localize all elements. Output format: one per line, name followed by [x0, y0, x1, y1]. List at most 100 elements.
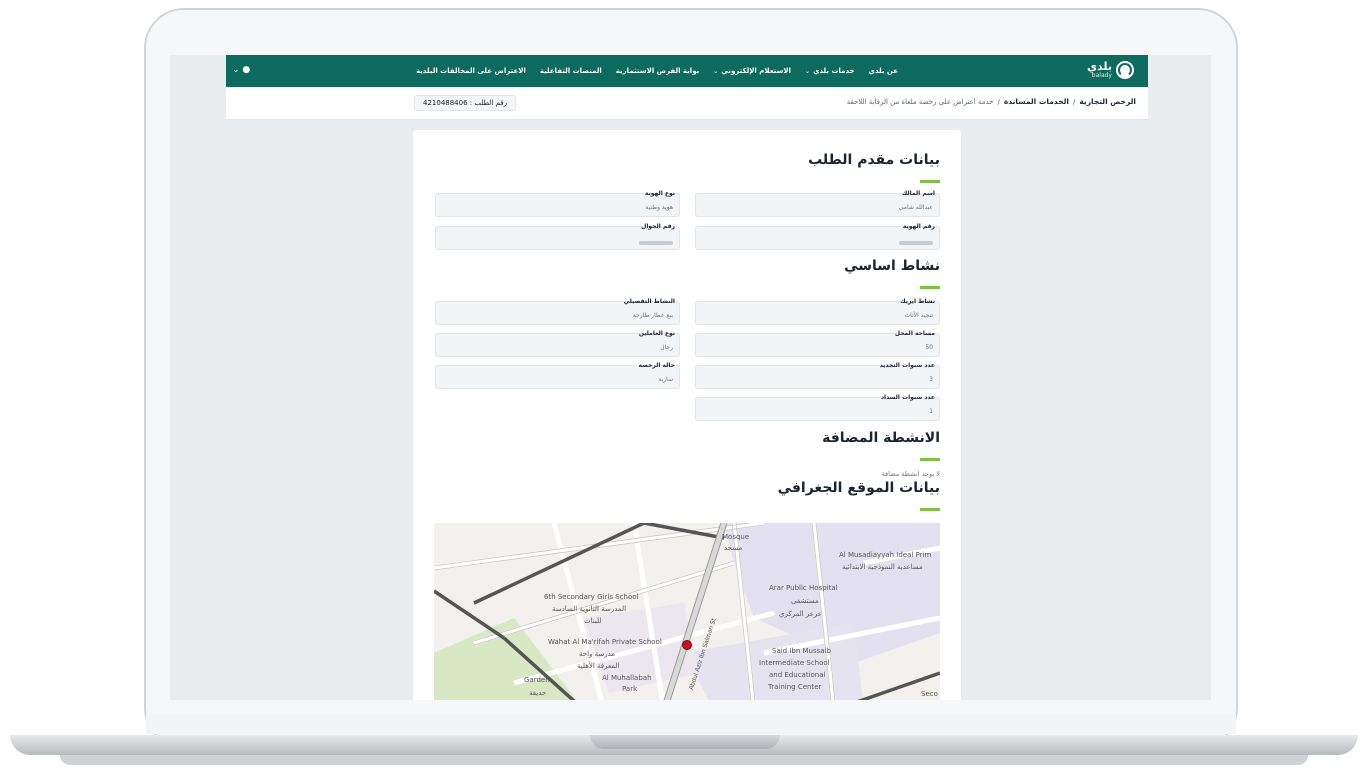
map-label: مدرسة واحة [579, 650, 615, 658]
redacted-value [899, 241, 933, 245]
nav-item-platforms[interactable]: المنصات التفاعلية [540, 67, 602, 75]
field-label: مساحة المحل [894, 330, 935, 337]
section-underline [920, 180, 940, 183]
field-value: هوية وطنية [645, 204, 673, 211]
section-title-location: بيانات الموقع الجغرافي [777, 480, 940, 496]
request-details-card: بيانات مقدم الطلب اسم المالك عبدالله شام… [413, 130, 961, 700]
nav-label: عن بلدي [868, 67, 898, 75]
map-label: Intermediate School [759, 659, 830, 667]
map-label: Garden [524, 676, 550, 684]
logo-text: بلدي [1086, 59, 1112, 73]
map-label: Training Center [767, 683, 822, 691]
redacted-value [639, 241, 673, 245]
logo-subtext: balady [1091, 71, 1112, 79]
map-label: Al Musadiayyah Ideal Prim [839, 551, 931, 559]
user-icon[interactable]: ⌄ ● [232, 65, 250, 75]
workers-type-field: نوع العاملين رجال [435, 330, 680, 357]
chevron-down-icon: ⌄ [713, 68, 719, 75]
no-added-activities-note: لا يوجد انشطة مضافة [881, 470, 940, 478]
section-title-applicant: بيانات مقدم الطلب [808, 152, 940, 168]
map-label: المعرفة الأهلية [577, 661, 620, 670]
nav-label: الاعتراض على المخالفات البلدية [416, 67, 526, 75]
location-pin-icon[interactable] [682, 640, 692, 650]
section-underline [920, 458, 940, 461]
map-label: مساعدية النموذجية الابتدائية [842, 563, 923, 571]
section-underline [920, 508, 940, 511]
field-value: 3 [929, 376, 933, 383]
balady-logo-icon [1116, 61, 1134, 79]
owner-name-field: اسم المالك عبدالله شامي [695, 190, 940, 217]
nav-item-services[interactable]: خدمات بلدي⌄ [805, 67, 855, 75]
field-value: سارية [658, 376, 673, 383]
map-label: عرعر المركزي [779, 610, 822, 618]
field-value: عبدالله شامي [898, 204, 933, 211]
section-title-activity: نشاط اساسي [844, 258, 940, 274]
field-label: نشاط ايزيك [900, 298, 935, 305]
field-label: رقم الجوال [641, 223, 675, 230]
main-nav: عن بلدي خدمات بلدي⌄ الاستعلام الإلكتروني… [416, 55, 898, 87]
breadcrumb-separator: / [997, 97, 1000, 106]
map-label: مستشفى [791, 597, 819, 605]
map-label: Mosque [722, 533, 749, 541]
renewal-years-field: عدد سنوات التجديد 3 [695, 362, 940, 389]
top-navbar: بلدي balady عن بلدي خدمات بلدي⌄ الاستعلا… [226, 55, 1148, 87]
map-label: مسجد [724, 544, 742, 552]
field-value: رجال [660, 344, 673, 351]
map-label: Park [622, 685, 638, 693]
field-value: بيع عطار طازجة [632, 312, 673, 319]
request-number-badge: رقم الطلب : 4210488406 [414, 95, 516, 111]
nav-label: المنصات التفاعلية [539, 67, 602, 75]
breadcrumb-bar: الرخص التجارية / الخدمات المساندة / خدمة… [226, 87, 1148, 120]
map-label: Said Ibn Mussaib [772, 647, 832, 655]
field-label: رقم الهوية [902, 223, 935, 230]
laptop-notch [590, 735, 780, 749]
breadcrumb-item-licenses[interactable]: الرخص التجارية [1079, 97, 1136, 106]
field-label: عدد سنوات السداد [880, 394, 935, 401]
breadcrumb-item-support[interactable]: الخدمات المساندة [1004, 97, 1069, 106]
map-label: 6th Secondary Girls School [544, 593, 639, 601]
field-value: تنجيد الأثاث [904, 312, 933, 319]
chevron-down-icon: ⌄ [805, 68, 811, 75]
nav-label: الاستعلام الإلكتروني [721, 67, 792, 75]
nav-label: خدمات بلدي [813, 67, 855, 75]
section-title-added-activities: الانشطة المضافة [822, 430, 940, 446]
license-status-field: حالة الرخصة سارية [435, 362, 680, 389]
shop-area-field: مساحة المحل 50 [695, 330, 940, 357]
field-value: 50 [925, 344, 933, 351]
field-label: نوع الهوية [644, 190, 675, 197]
field-label: النشاط التفصيلي [623, 298, 675, 305]
map-label: للبنات [584, 617, 601, 625]
nav-item-about[interactable]: عن بلدي [869, 67, 898, 75]
field-label: عدد سنوات التجديد [879, 362, 935, 369]
map-label: حديقة [529, 689, 546, 697]
nav-item-objection[interactable]: الاعتراض على المخالفات البلدية [416, 67, 526, 75]
map-label: Arar Public Hospital [769, 584, 838, 592]
field-label: نوع العاملين [638, 330, 675, 337]
breadcrumb-item-current: خدمة اعتراض على رخصة ملغاة من الرقابة ال… [846, 97, 994, 106]
field-label: اسم المالك [901, 190, 935, 197]
payment-years-field: عدد سنوات السداد 1 [695, 394, 940, 421]
id-type-field: نوع الهوية هوية وطنية [435, 190, 680, 217]
map-label: Al Muhallabah [602, 674, 652, 682]
map-label: Seco [921, 690, 938, 698]
id-number-field: رقم الهوية [695, 223, 940, 250]
map-label: Wahat Al Ma'rifah Private School [548, 638, 662, 646]
screen: بلدي balady عن بلدي خدمات بلدي⌄ الاستعلا… [170, 55, 1211, 700]
section-underline [920, 286, 940, 289]
isic-activity-field: نشاط ايزيك تنجيد الأثاث [695, 298, 940, 325]
nav-item-inquiry[interactable]: الاستعلام الإلكتروني⌄ [713, 67, 791, 75]
mobile-field: رقم الجوال [435, 223, 680, 250]
breadcrumb-separator: / [1072, 97, 1076, 106]
map-label: and Educational [769, 671, 826, 679]
field-value: 1 [929, 408, 933, 415]
balady-logo[interactable]: بلدي balady [1087, 61, 1134, 79]
laptop-bezel-bottom [146, 714, 1236, 734]
laptop-base-shadow [60, 755, 1308, 765]
nav-item-investment[interactable]: بوابة الفرص الاستثمارية [616, 67, 699, 75]
breadcrumb: الرخص التجارية / الخدمات المساندة / خدمة… [847, 97, 1136, 106]
map-canvas[interactable]: Mosque مسجد Al Musadiayyah Ideal Prim مس… [434, 523, 940, 700]
field-label: حالة الرخصة [638, 362, 675, 369]
detailed-activity-field: النشاط التفصيلي بيع عطار طازجة [435, 298, 680, 325]
location-map[interactable]: Mosque مسجد Al Musadiayyah Ideal Prim مس… [434, 523, 940, 700]
map-label: المدرسة الثانوية السادسة [552, 605, 626, 613]
